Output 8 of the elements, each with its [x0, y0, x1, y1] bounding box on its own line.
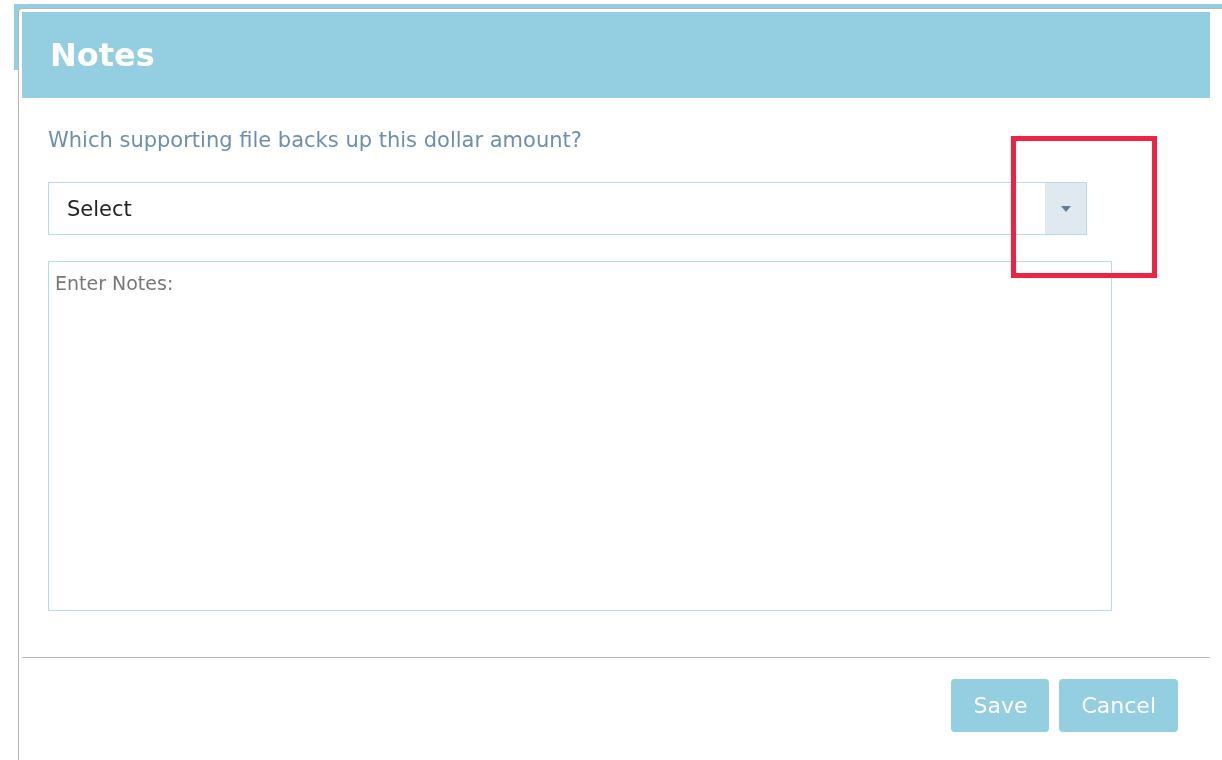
- save-button[interactable]: Save: [951, 679, 1050, 732]
- question-label: Which supporting file backs up this dollar amount?: [48, 128, 583, 154]
- dialog-title: Notes: [50, 36, 155, 74]
- caret-icon: [1060, 205, 1071, 212]
- cancel-button[interactable]: Cancel: [1059, 679, 1178, 732]
- dropdown-button[interactable]: [1045, 183, 1086, 234]
- notes-field[interactable]: Enter Notes:: [48, 261, 1112, 611]
- file-select[interactable]: Select: [48, 182, 1087, 235]
